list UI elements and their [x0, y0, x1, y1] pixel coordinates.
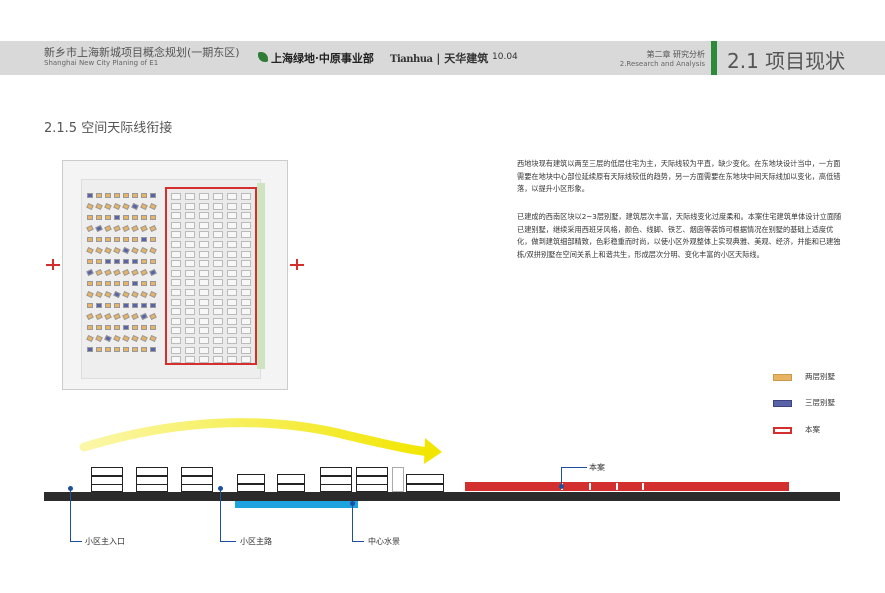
main-road-leader [220, 490, 221, 542]
project-elevation [465, 482, 789, 491]
skyline-arrow-head [424, 438, 442, 464]
project-elevation-joint [642, 483, 644, 490]
floor-line [182, 475, 212, 477]
floor-line [278, 483, 304, 485]
skyline-arrow-body [79, 418, 435, 457]
main-entrance-label: 小区主入口 [85, 537, 125, 546]
villa-elevation [320, 467, 352, 492]
floor-line [357, 475, 387, 477]
water-feature-label: 中心水景 [368, 537, 400, 546]
floor-line [238, 483, 264, 485]
project-leader-h [561, 467, 587, 468]
floor-line [182, 483, 212, 486]
main-road-leader-h [220, 541, 236, 542]
main-entrance-leader [70, 490, 71, 542]
project-label: 本案 [589, 463, 605, 472]
villa-elevation-outline [392, 467, 404, 492]
villa-elevation [237, 474, 265, 492]
floor-line [407, 483, 443, 485]
project-elevation-joint [616, 483, 618, 490]
villa-elevation [277, 474, 305, 492]
villa-elevation [406, 474, 444, 492]
villa-elevation [91, 467, 123, 492]
floor-line [92, 483, 122, 486]
floor-line [92, 475, 122, 477]
water-feature-leader [352, 505, 353, 542]
main-entrance-leader-h [70, 541, 82, 542]
water-feature-leader-h [352, 541, 364, 542]
project-leader [561, 467, 562, 486]
central-water-feature [235, 501, 358, 508]
floor-line [137, 475, 167, 477]
ground-line [44, 492, 840, 501]
skyline-arrow [79, 418, 442, 464]
main-road-label: 小区主路 [240, 537, 272, 546]
villa-elevation [356, 467, 388, 492]
floor-line [321, 483, 351, 486]
project-elevation-joint [589, 483, 591, 490]
floor-line [321, 475, 351, 477]
floor-line [137, 483, 167, 486]
floor-line [357, 483, 387, 486]
villa-elevation [181, 467, 213, 492]
villa-elevation [136, 467, 168, 492]
